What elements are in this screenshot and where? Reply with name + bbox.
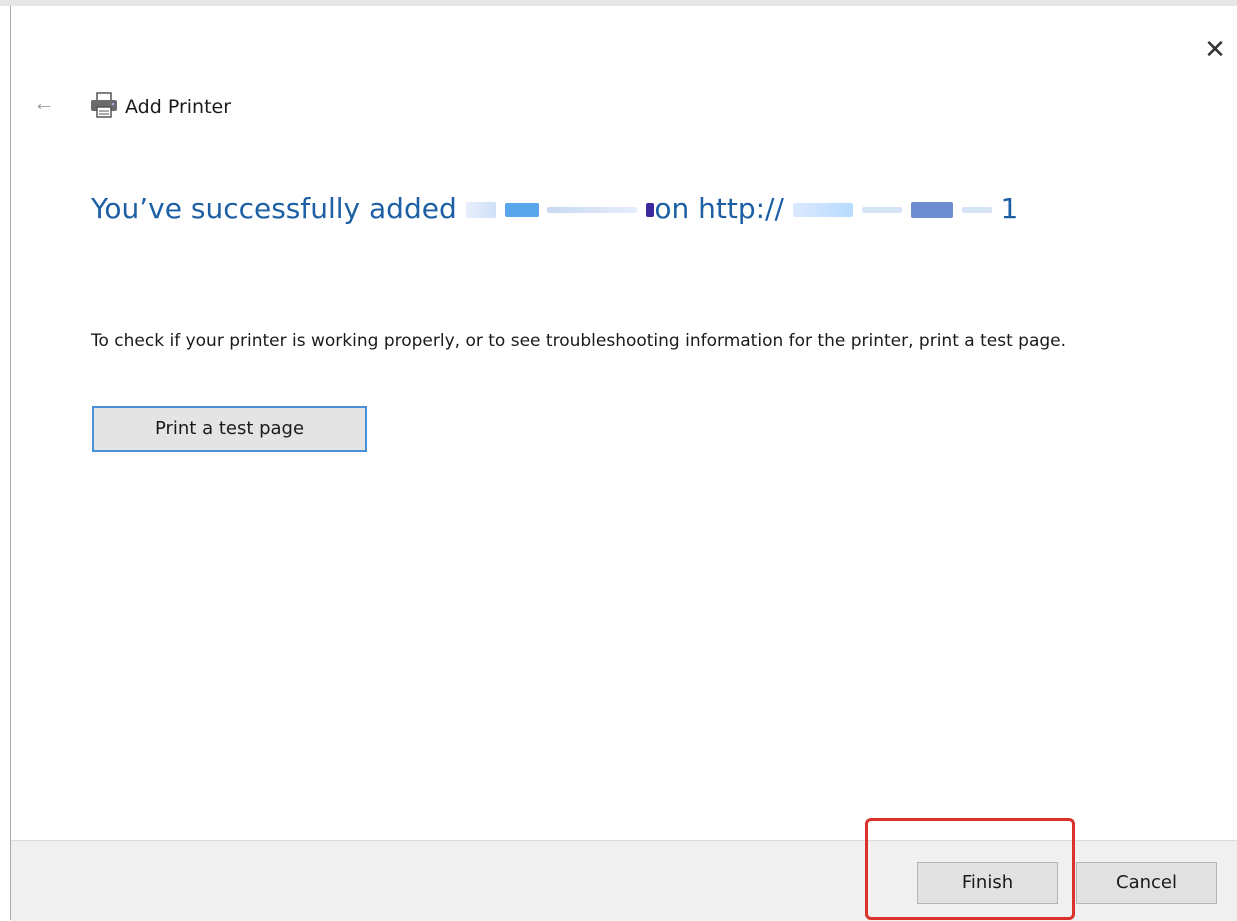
redacted-printer-name-3	[547, 207, 638, 213]
dialog-title: Add Printer	[125, 96, 232, 118]
instructions-text: To check if your printer is working prop…	[91, 331, 1067, 351]
redacted-address-4	[961, 207, 992, 213]
heading-suffix: 1	[1000, 192, 1019, 225]
close-icon[interactable]: ✕	[1195, 31, 1235, 67]
add-printer-dialog: ✕ ← Add Printer You’ve successfully adde…	[10, 6, 1237, 921]
cancel-button[interactable]: Cancel	[1076, 862, 1217, 904]
redacted-printer-name	[465, 202, 496, 218]
redacted-address-2	[861, 207, 902, 213]
redacted-address	[792, 203, 853, 217]
back-arrow-icon[interactable]: ←	[29, 88, 59, 118]
printer-icon	[91, 92, 117, 118]
success-heading: You’ve successfully added on http:// 1	[91, 192, 1018, 225]
heading-prefix: You’ve successfully added	[91, 192, 457, 225]
heading-middle: on http://	[654, 192, 784, 225]
redacted-address-3	[910, 202, 953, 218]
redacted-printer-name-2	[504, 203, 539, 217]
print-test-page-button[interactable]: Print a test page	[92, 406, 367, 452]
finish-highlight-box	[865, 818, 1075, 920]
